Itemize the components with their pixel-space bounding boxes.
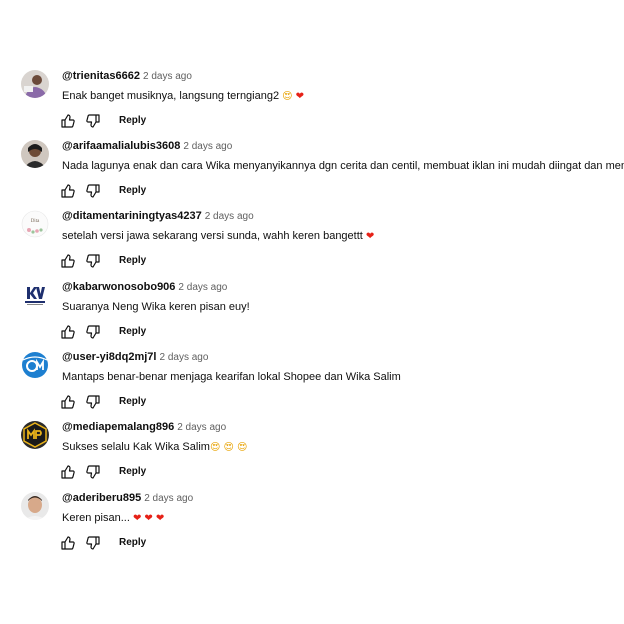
comment-header: @trienitas6662 2 days ago [62, 68, 192, 84]
comment-header: @aderiberu895 2 days ago [62, 490, 193, 506]
comment-time[interactable]: 2 days ago [178, 282, 227, 293]
thumbs-down-icon[interactable] [85, 113, 101, 129]
comment-author[interactable]: @mediapemalang896 [62, 421, 174, 433]
comment-author[interactable]: @aderiberu895 [62, 492, 141, 504]
thumbs-down-icon[interactable] [85, 394, 101, 410]
thumbs-up-icon[interactable] [60, 113, 76, 129]
comment-author[interactable]: @user-yi8dq2mj7l [62, 351, 156, 363]
comment-text: Keren pisan... ❤ ❤ ❤ [62, 511, 164, 526]
thumbs-down-icon[interactable] [85, 324, 101, 340]
smiling-face-with-heart-eyes-icon: 😍 [282, 91, 293, 102]
comment-item: @kabarwonosobo906 2 days ago Suaranya Nen… [0, 281, 624, 351]
comment-text: Enak banget musiknya, langsung terngiang… [62, 89, 304, 104]
comment-text: setelah versi jawa sekarang versi sunda,… [62, 229, 374, 244]
comment-item: @arifaamalialubis3608 2 days ago Nada lag… [0, 140, 624, 210]
reply-button[interactable]: Reply [119, 114, 146, 128]
reply-button[interactable]: Reply [119, 536, 146, 550]
reply-button[interactable]: Reply [119, 184, 146, 198]
comment-header: @mediapemalang896 2 days ago [62, 419, 226, 435]
comment-time[interactable]: 2 days ago [177, 422, 226, 433]
comment-author[interactable]: @trienitas6662 [62, 70, 140, 82]
smiling-face-with-heart-eyes-icon: 😍 [223, 442, 234, 453]
comment-time[interactable]: 2 days ago [144, 493, 193, 504]
comment-author[interactable]: @ditamentariningtyas4237 [62, 210, 202, 222]
comment-text: Nada lagunya enak dan cara Wika menyanyi… [62, 159, 624, 173]
comment-time[interactable]: 2 days ago [183, 141, 232, 152]
comment-item: @trienitas6662 2 days ago Enak banget mus… [0, 70, 624, 140]
comment-text-body: Mantaps benar-benar menjaga kearifan lok… [62, 371, 401, 383]
comment-header: @ditamentariningtyas4237 2 days ago [62, 208, 254, 224]
smiling-face-with-heart-eyes-icon: 😍 [209, 442, 221, 453]
avatar[interactable] [21, 421, 49, 449]
avatar[interactable] [21, 281, 49, 309]
red-heart-icon: ❤ [295, 91, 305, 102]
thumbs-up-icon[interactable] [60, 464, 76, 480]
reply-button[interactable]: Reply [119, 465, 146, 479]
thumbs-down-icon[interactable] [85, 183, 101, 199]
comment-header: @arifaamalialubis3608 2 days ago [62, 138, 232, 154]
reply-button[interactable]: Reply [119, 325, 146, 339]
comment-author[interactable]: @kabarwonosobo906 [62, 281, 175, 293]
comment-header: @user-yi8dq2mj7l 2 days ago [62, 349, 208, 365]
comment-item: @user-yi8dq2mj7l 2 days ago Mantaps benar… [0, 351, 624, 421]
comment-item: Dita @ditamentariningtyas4237 2 days ago … [0, 210, 624, 280]
thumbs-up-icon[interactable] [60, 183, 76, 199]
comment-text-body: setelah versi jawa sekarang versi sunda,… [62, 230, 363, 242]
avatar[interactable] [21, 492, 49, 520]
comment-item: @mediapemalang896 2 days ago Sukses selal… [0, 421, 624, 491]
comment-author[interactable]: @arifaamalialubis3608 [62, 140, 180, 152]
thumbs-up-icon[interactable] [60, 394, 76, 410]
thumbs-up-icon[interactable] [60, 535, 76, 551]
avatar[interactable] [21, 70, 49, 98]
red-heart-icon: ❤ [132, 513, 142, 524]
reply-button[interactable]: Reply [119, 254, 146, 268]
comment-text-body: Enak banget musiknya, langsung terngiang… [62, 90, 280, 102]
avatar[interactable]: Dita [21, 210, 49, 238]
red-heart-icon: ❤ [365, 231, 375, 242]
reply-button[interactable]: Reply [119, 395, 146, 409]
comment-text-body: Nada lagunya enak dan cara Wika menyanyi… [62, 160, 624, 172]
comment-time[interactable]: 2 days ago [159, 352, 208, 363]
comment-text-body: Keren pisan... [62, 512, 130, 524]
red-heart-icon: ❤ [144, 513, 153, 524]
thumbs-down-icon[interactable] [85, 253, 101, 269]
comment-text: Mantaps benar-benar menjaga kearifan lok… [62, 370, 401, 384]
comment-text-body: Suaranya Neng Wika keren pisan euy! [62, 301, 250, 313]
thumbs-down-icon[interactable] [85, 535, 101, 551]
red-heart-icon: ❤ [155, 513, 165, 524]
thumbs-up-icon[interactable] [60, 324, 76, 340]
comment-text: Suaranya Neng Wika keren pisan euy! [62, 300, 250, 314]
svg-text:Dita: Dita [31, 219, 40, 224]
avatar[interactable] [21, 140, 49, 168]
comment-header: @kabarwonosobo906 2 days ago [62, 279, 227, 295]
comment-time[interactable]: 2 days ago [143, 71, 192, 82]
comment-text: Sukses selalu Kak Wika Salim😍 😍 😍 [62, 440, 247, 455]
comment-text-body: Sukses selalu Kak Wika Salim [62, 441, 210, 453]
comment-time[interactable]: 2 days ago [205, 211, 254, 222]
comment-item: @aderiberu895 2 days ago Keren pisan... ❤… [0, 492, 624, 562]
thumbs-up-icon[interactable] [60, 253, 76, 269]
avatar[interactable] [21, 351, 49, 379]
thumbs-down-icon[interactable] [85, 464, 101, 480]
smiling-face-with-heart-eyes-icon: 😍 [236, 442, 248, 453]
